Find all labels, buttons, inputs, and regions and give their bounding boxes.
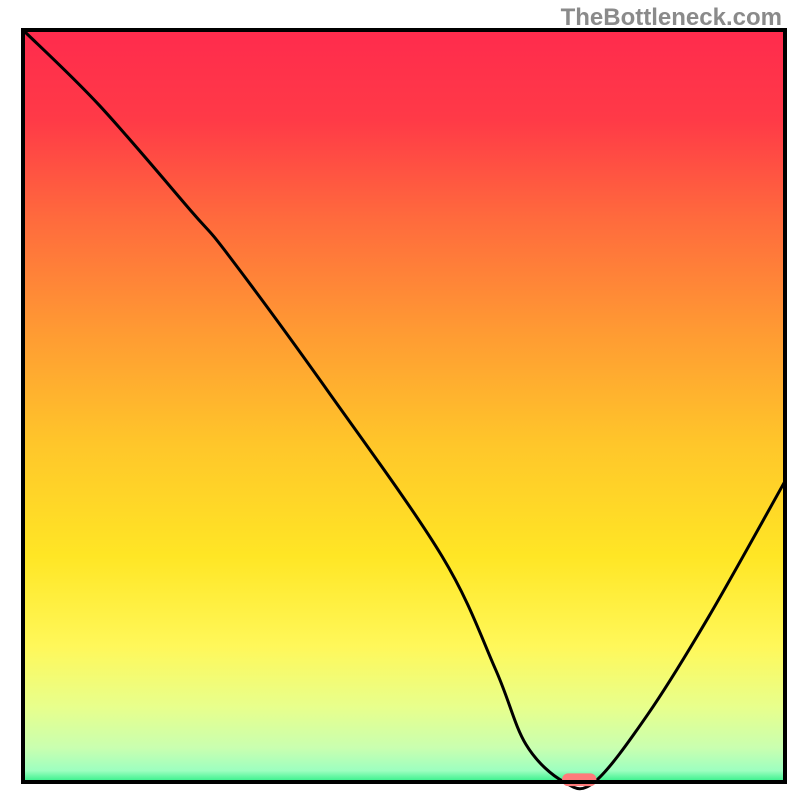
chart-container: { "watermark": "TheBottleneck.com", "cha… [0, 0, 800, 800]
optimal-marker [562, 773, 596, 786]
gradient-background [23, 30, 785, 782]
watermark-text: TheBottleneck.com [561, 4, 782, 32]
bottleneck-chart [0, 0, 800, 800]
